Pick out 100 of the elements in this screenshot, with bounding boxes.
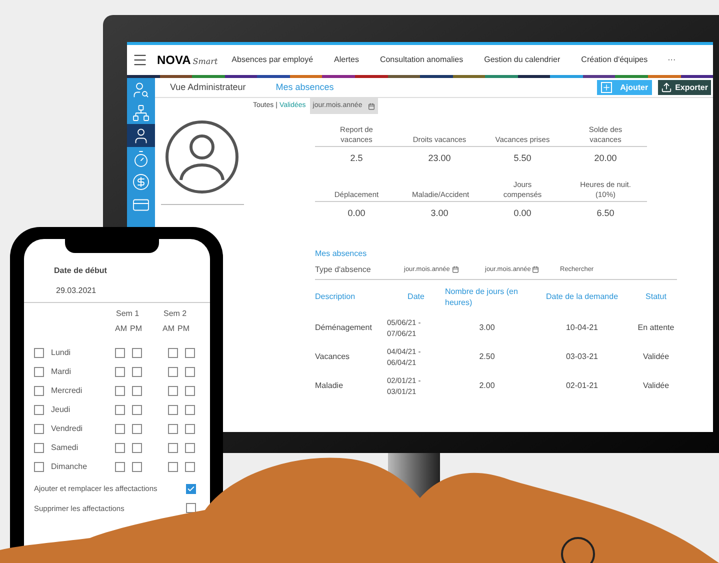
day-label: Mardi (51, 366, 72, 378)
upload-icon (661, 82, 672, 93)
stat-value: 0.00 (346, 207, 366, 220)
table-cell-text: 02-01-21 (564, 380, 600, 392)
checkbox[interactable] (115, 366, 125, 376)
sidebar-item[interactable] (127, 124, 155, 147)
calendar-icon (532, 266, 539, 273)
checkbox[interactable] (185, 386, 195, 396)
checkbox[interactable] (168, 386, 178, 396)
table-cell-text: Validée (642, 351, 670, 363)
checkbox[interactable] (115, 462, 125, 472)
day-label: Mercredi (51, 384, 84, 396)
checkbox[interactable] (132, 462, 142, 472)
stat-value: 0.00 (512, 207, 532, 220)
checkbox[interactable] (168, 462, 178, 472)
day-label: Jeudi (51, 404, 72, 416)
brand-logo[interactable]: NOVA Smart (157, 51, 218, 69)
nav-link[interactable]: Absences par employé (232, 54, 314, 66)
table-cell-text: 2.50 (478, 351, 496, 363)
checkbox[interactable] (34, 386, 44, 396)
checkbox[interactable] (185, 404, 195, 414)
field-label: Date de début (54, 265, 108, 277)
table-cell-text: Validée (642, 380, 670, 392)
checkbox[interactable] (185, 424, 195, 434)
day-label: Samedi (51, 442, 80, 454)
avatar-icon (165, 120, 239, 194)
menu-icon[interactable] (132, 52, 148, 68)
checkbox[interactable] (34, 404, 44, 414)
checkbox[interactable] (168, 404, 178, 414)
more-link[interactable]: ··· (668, 54, 676, 66)
checkbox[interactable] (168, 424, 178, 434)
half-day-label: PM (178, 323, 190, 335)
calendar-icon (452, 266, 459, 273)
section-title: Mes absences (315, 248, 368, 260)
checkbox[interactable] (34, 366, 44, 376)
checkbox[interactable] (34, 348, 44, 358)
day-label: Vendredi (51, 422, 84, 434)
checkbox[interactable] (185, 348, 195, 358)
nav-link[interactable]: Gestion du calendrier (484, 54, 560, 66)
week-label: Sem 1 (115, 308, 140, 320)
checkbox[interactable] (34, 462, 44, 472)
table-cell-text: 10-04-21 (564, 322, 600, 334)
checkbox[interactable] (168, 348, 178, 358)
day-label: Lundi (51, 346, 72, 358)
column-header: Date de la demande (544, 291, 620, 303)
timer-icon (132, 150, 150, 168)
table-cell-text: 03-03-21 (564, 351, 600, 363)
checkbox[interactable] (132, 386, 142, 396)
checkbox[interactable] (115, 442, 125, 452)
stat-value: 6.50 (596, 207, 616, 220)
half-day-label: PM (130, 323, 142, 335)
checkbox[interactable] (34, 442, 44, 452)
checkbox[interactable] (132, 404, 142, 414)
user-search-icon (132, 80, 150, 98)
stat-value: 23.00 (427, 152, 452, 166)
column-header: Description (315, 291, 356, 303)
table-cell-text: 3.00 (478, 322, 496, 334)
table-cell-text: 2.00 (478, 380, 496, 392)
checkbox[interactable] (115, 348, 125, 358)
stat-value: 2.5 (349, 152, 364, 166)
stat-value: 5.50 (512, 152, 532, 166)
tab[interactable]: Vue Administrateur (170, 80, 246, 94)
checkbox[interactable] (132, 366, 142, 376)
checkbox[interactable] (132, 348, 142, 358)
checkbox[interactable] (185, 366, 195, 376)
date-value[interactable]: 29.03.2021 (56, 285, 210, 297)
nav-link[interactable]: Alertes (334, 54, 359, 66)
nav-link[interactable]: Création d'équipes (581, 54, 648, 66)
checkbox[interactable] (115, 404, 125, 414)
checkbox[interactable] (186, 484, 196, 494)
stat-value: 3.00 (430, 207, 450, 220)
type-field[interactable]: Type d'absence (315, 264, 404, 276)
stat-value: 20.00 (593, 152, 618, 166)
nav-link[interactable]: Consultation anomalies (380, 54, 464, 66)
checkbox[interactable] (168, 366, 178, 376)
checkbox[interactable] (132, 424, 142, 434)
export-button[interactable]: Exporter (658, 80, 711, 95)
column-header: Nombre de jours (en heures) (445, 286, 519, 309)
checkbox[interactable] (115, 424, 125, 434)
table-cell-text: En attente (636, 322, 676, 334)
checkbox[interactable] (168, 442, 178, 452)
checkbox[interactable] (132, 442, 142, 452)
checkbox[interactable] (185, 462, 195, 472)
half-day-label: AM (162, 323, 174, 335)
column-header: Statut (644, 291, 668, 303)
table-cell-text: Maladie (315, 380, 344, 392)
table-cell-text: Déménagement (315, 322, 373, 334)
dollar-icon (132, 172, 150, 190)
week-label: Sem 2 (162, 308, 188, 320)
checkbox[interactable] (115, 386, 125, 396)
day-label: Dimanche (51, 460, 88, 472)
plus-icon (601, 82, 612, 93)
table-cell-text: Vacances (315, 351, 351, 363)
calendar-icon (368, 102, 376, 110)
network-icon (132, 104, 150, 122)
column-header: Date (406, 291, 426, 303)
checkbox[interactable] (185, 442, 195, 452)
half-day-label: AM (115, 323, 127, 335)
checkbox[interactable] (34, 424, 44, 434)
checkbox[interactable] (186, 503, 196, 513)
